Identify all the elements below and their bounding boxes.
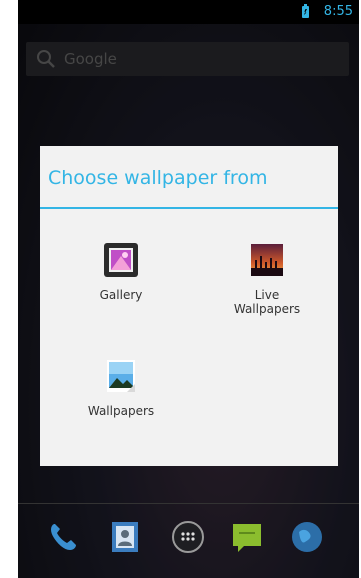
option-live-wallpapers[interactable]: Live Wallpapers: [202, 242, 332, 316]
status-time: 8:55: [323, 4, 353, 19]
status-bar: 8:55: [18, 0, 359, 24]
live-wallpapers-icon: [249, 242, 285, 278]
all-apps-icon[interactable]: [171, 520, 205, 554]
device-screen: 8:55 Google Choose wallpaper from Galler…: [18, 0, 359, 578]
gallery-icon: [103, 242, 139, 278]
dialog-title: Choose wallpaper from: [48, 167, 268, 189]
option-wallpapers[interactable]: Wallpapers: [56, 358, 186, 418]
battery-charging-icon: [302, 4, 309, 18]
browser-icon[interactable]: [290, 520, 324, 554]
gallery-label: Gallery: [99, 288, 143, 302]
wallpapers-icon: [103, 358, 139, 394]
live-wallpapers-label-line1: Live: [254, 288, 280, 302]
live-wallpapers-label-line2: Wallpapers: [233, 302, 301, 316]
messaging-icon[interactable]: [230, 520, 264, 554]
dock-divider: [18, 503, 359, 504]
option-gallery[interactable]: Gallery: [56, 242, 186, 302]
dialog-divider: [40, 207, 338, 209]
wallpapers-label: Wallpapers: [87, 404, 155, 418]
wallpaper-dialog: Choose wallpaper from Gallery Live Wallp…: [40, 146, 338, 466]
contacts-icon[interactable]: [108, 520, 142, 554]
phone-icon[interactable]: [46, 520, 80, 554]
live-wallpapers-label: Live Wallpapers: [202, 288, 332, 316]
